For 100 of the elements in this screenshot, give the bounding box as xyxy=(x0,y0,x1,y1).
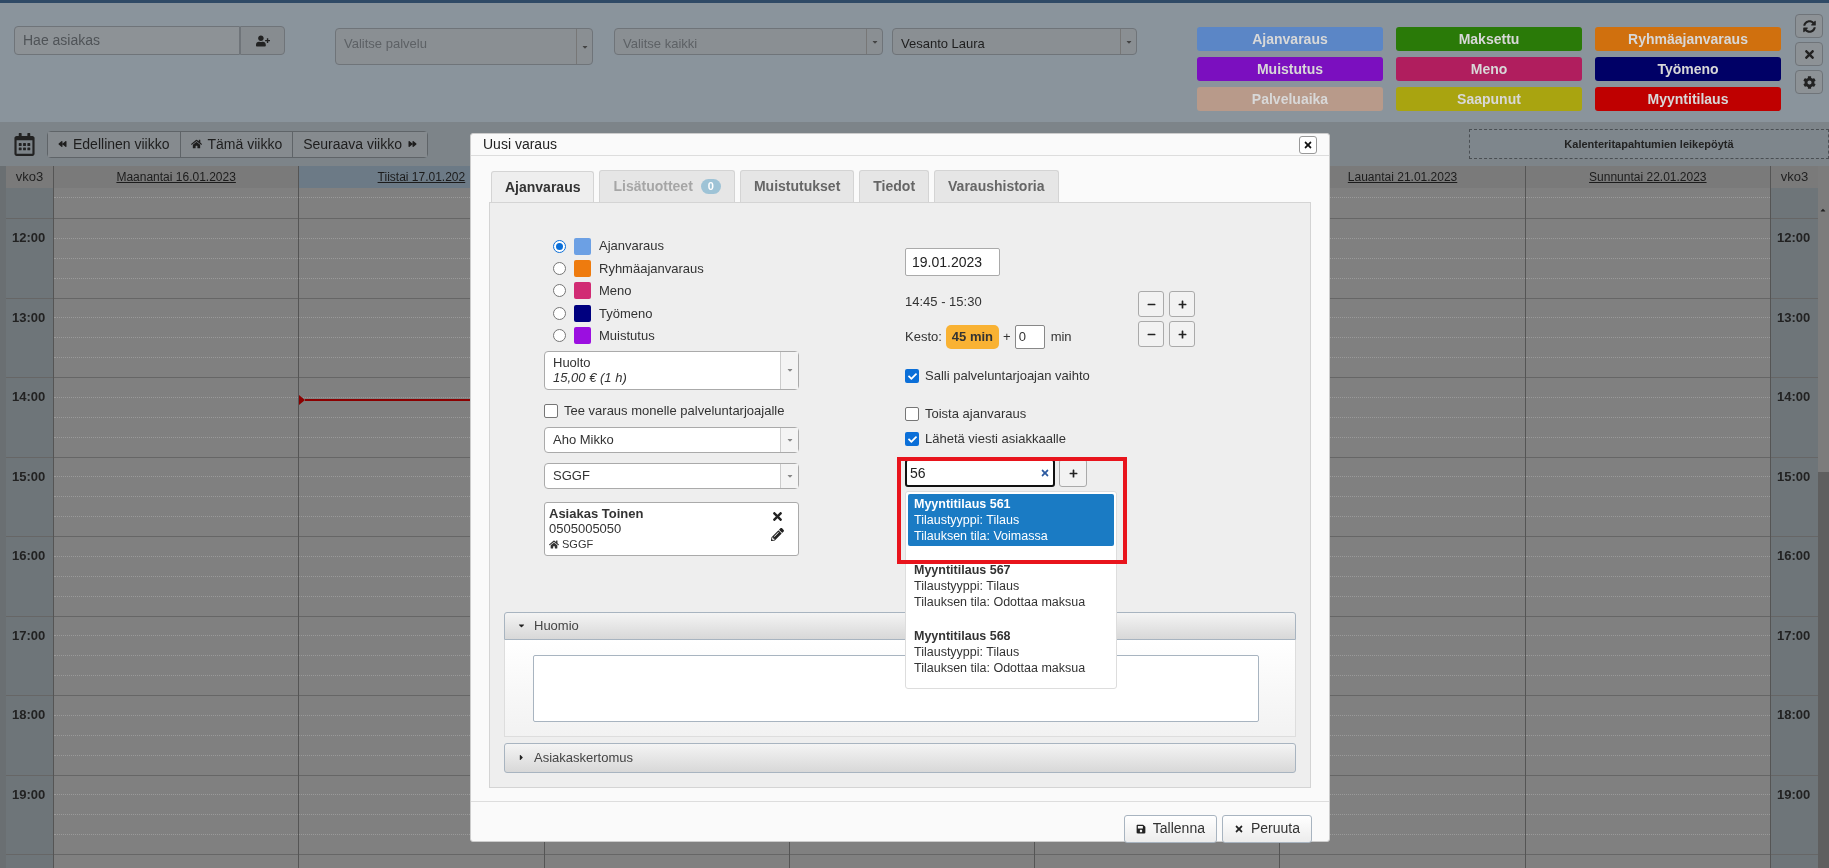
scroll-up-icon[interactable] xyxy=(1819,206,1828,214)
clear-icon[interactable] xyxy=(1040,468,1050,478)
week-nav-button[interactable]: Seuraava viikko xyxy=(292,131,427,157)
duration-badge: 45 min xyxy=(945,325,1000,349)
duration-label: Kesto: xyxy=(905,328,942,347)
service-select[interactable]: Huolto 15,00 € (1 h) xyxy=(544,350,799,390)
checkbox[interactable] xyxy=(905,432,919,446)
time-label: 16:00 xyxy=(1776,548,1811,563)
dialog-title: Uusi varaus xyxy=(483,135,557,154)
plus-icon xyxy=(1177,299,1187,309)
time-label: 14:00 xyxy=(12,389,46,404)
tab[interactable]: Ajanvaraus xyxy=(491,171,595,203)
remove-icon[interactable] xyxy=(771,509,784,523)
time-label: 13:00 xyxy=(12,309,46,325)
time-label: 17:00 xyxy=(12,627,46,643)
close-icon xyxy=(1802,47,1816,61)
checkbox[interactable] xyxy=(544,403,558,418)
tab[interactable]: Varaushistoria xyxy=(934,170,1059,202)
time-label: 13:00 xyxy=(1776,309,1811,325)
time-label: 12:00 xyxy=(1776,230,1811,245)
plus-icon xyxy=(1068,468,1078,478)
add-user-icon xyxy=(255,34,270,47)
clipboard-area: Kalenteritapahtumien leikepöytä xyxy=(1469,129,1829,159)
event-type-label: Työmeno xyxy=(599,304,653,323)
caret-icon xyxy=(517,753,526,763)
time-label: 19:00 xyxy=(1776,786,1811,802)
time-label: 17:00 xyxy=(1776,627,1811,643)
legend-item: Meno xyxy=(1396,57,1582,81)
checkbox-label: Lähetä viesti asiakkaalle xyxy=(925,430,1066,449)
provider-select[interactable]: Aho Mikko xyxy=(544,426,799,453)
settings-icon xyxy=(1802,75,1816,89)
tab[interactable]: Tiedot xyxy=(859,170,930,202)
customer-phone: 0505005050 xyxy=(549,520,623,536)
legend-item: Muistutus xyxy=(1197,57,1383,81)
time-label: 16:00 xyxy=(12,548,46,563)
minutes-unit: min xyxy=(1050,328,1072,347)
time-label: 12:00 xyxy=(12,230,46,245)
save-icon xyxy=(1135,823,1146,834)
event-type-label: Muistutus xyxy=(599,327,655,345)
tab[interactable]: Muistutukset xyxy=(739,170,855,202)
time-label: 19:00 xyxy=(12,786,46,802)
time-label: 14:00 xyxy=(1776,389,1811,404)
time-range: 14:45 - 15:30 xyxy=(905,293,983,312)
week-nav-button[interactable]: Edellinen viikko xyxy=(48,131,180,157)
radio-button[interactable] xyxy=(553,262,566,276)
add-button[interactable] xyxy=(1059,459,1087,487)
rewind-icon xyxy=(58,140,67,148)
order-result[interactable]: Myyntitilaus 561 Tilaustyyppi: Tilaus Tilauksen tila: Voimassa xyxy=(908,494,1114,546)
checkbox[interactable] xyxy=(905,369,919,383)
fast-forward-icon xyxy=(408,140,417,148)
plus-icon xyxy=(1177,329,1187,339)
cancel-button[interactable]: Peruuta xyxy=(1221,814,1312,843)
radio-button[interactable] xyxy=(553,306,566,320)
home-icon xyxy=(549,539,559,549)
legend-item: Työmeno xyxy=(1595,57,1781,81)
increase-button[interactable] xyxy=(1169,291,1195,317)
increase-button[interactable] xyxy=(1169,321,1195,347)
event-type-label: Ryhmäajanvaraus xyxy=(599,259,704,278)
legend-item: Palveluaika xyxy=(1197,87,1383,111)
customer-location: SGGF xyxy=(562,536,594,552)
add-customer-button[interactable] xyxy=(240,26,285,55)
save-button[interactable]: Tallenna xyxy=(1123,814,1217,843)
legend-item: Maksettu xyxy=(1396,27,1582,51)
calendar-icon[interactable] xyxy=(13,132,36,156)
provider-select[interactable]: Vesanto Laura xyxy=(892,28,1137,55)
refresh-button[interactable] xyxy=(1795,14,1823,38)
refresh-icon xyxy=(1802,19,1816,33)
checkbox[interactable] xyxy=(905,407,919,421)
radio-button[interactable] xyxy=(553,239,566,253)
section-header[interactable]: Asiakaskertomus xyxy=(504,742,1296,773)
checkbox-label: Tee varaus monelle palveluntarjoajalle xyxy=(564,402,785,421)
legend-item: Myyntitilaus xyxy=(1595,87,1781,111)
plus-sign: + xyxy=(1003,328,1011,347)
checkbox-label: Toista ajanvaraus xyxy=(925,405,1027,424)
radio-button[interactable] xyxy=(553,284,566,298)
time-label: 15:00 xyxy=(12,468,46,484)
order-search-field[interactable]: 56 xyxy=(905,459,1055,487)
legend-item: Ajanvaraus xyxy=(1197,27,1383,51)
week-nav-button[interactable]: Tämä viikko xyxy=(179,131,293,157)
settings-button[interactable] xyxy=(1795,70,1823,94)
close-icon xyxy=(1233,823,1244,834)
close-button[interactable] xyxy=(1299,135,1317,154)
location-select[interactable]: SGGF xyxy=(544,462,799,489)
customer-search-field[interactable]: Hae asiakas xyxy=(14,26,240,55)
close-icon xyxy=(1303,139,1313,150)
edit-icon[interactable] xyxy=(771,527,784,541)
checkbox-label: Salli palveluntarjoajan vaihto xyxy=(925,367,1090,386)
event-type-label: Meno xyxy=(599,282,632,301)
date-field[interactable]: 19.01.2023 xyxy=(905,248,1000,276)
week-number: vko3 xyxy=(1780,168,1809,187)
time-label: 18:00 xyxy=(1776,707,1811,722)
order-result[interactable]: Myyntitilaus 567 Tilaustyyppi: Tilaus Tilauksen tila: Odottaa maksua xyxy=(908,560,1114,612)
event-type-label: Ajanvaraus xyxy=(599,237,665,256)
customer-name: Asiakas Toinen xyxy=(549,505,645,521)
extra-minutes-field[interactable]: 0 xyxy=(1014,325,1045,349)
home-icon xyxy=(190,139,202,149)
count-badge: 0 xyxy=(700,179,721,194)
time-label: 15:00 xyxy=(1776,468,1811,484)
radio-button[interactable] xyxy=(553,329,566,343)
scrollbar[interactable] xyxy=(1817,166,1829,868)
